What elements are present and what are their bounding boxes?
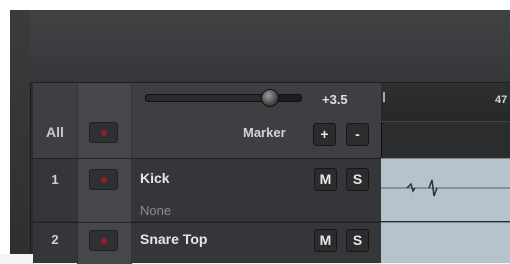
mute-button[interactable]: M [314,168,337,191]
timeline-ruler[interactable] [381,83,510,122]
track-lane-snare-top[interactable] [381,222,510,263]
ruler-tick [383,92,385,102]
record-dot-icon [101,177,107,183]
record-dot-icon [101,238,107,244]
fader-value-label: +3.5 [322,92,348,107]
track-name[interactable]: Kick [140,170,170,186]
track-name[interactable]: Snare Top [140,231,207,247]
record-arm-all-button[interactable] [89,122,118,143]
top-toolbar-area [30,10,510,83]
mute-button[interactable]: M [314,229,337,252]
solo-button[interactable]: S [346,229,369,252]
left-edge-panel [10,10,31,254]
marker-label: Marker [243,125,286,140]
remove-marker-button[interactable]: - [346,123,369,146]
all-tracks-label[interactable]: All [33,124,77,140]
add-marker-button[interactable]: + [313,123,336,146]
track-number: 2 [51,232,59,247]
track-number: 1 [51,172,59,187]
solo-button[interactable]: S [346,168,369,191]
volume-fader-fill [146,95,274,101]
record-arm-button[interactable] [89,169,118,190]
kick-waveform [381,179,510,197]
record-arm-button[interactable] [89,230,118,251]
record-dot-icon [101,130,107,136]
volume-fader-knob[interactable] [261,89,279,107]
ruler-bar-number: 47 [495,94,508,106]
track-input-label: None [140,203,172,218]
